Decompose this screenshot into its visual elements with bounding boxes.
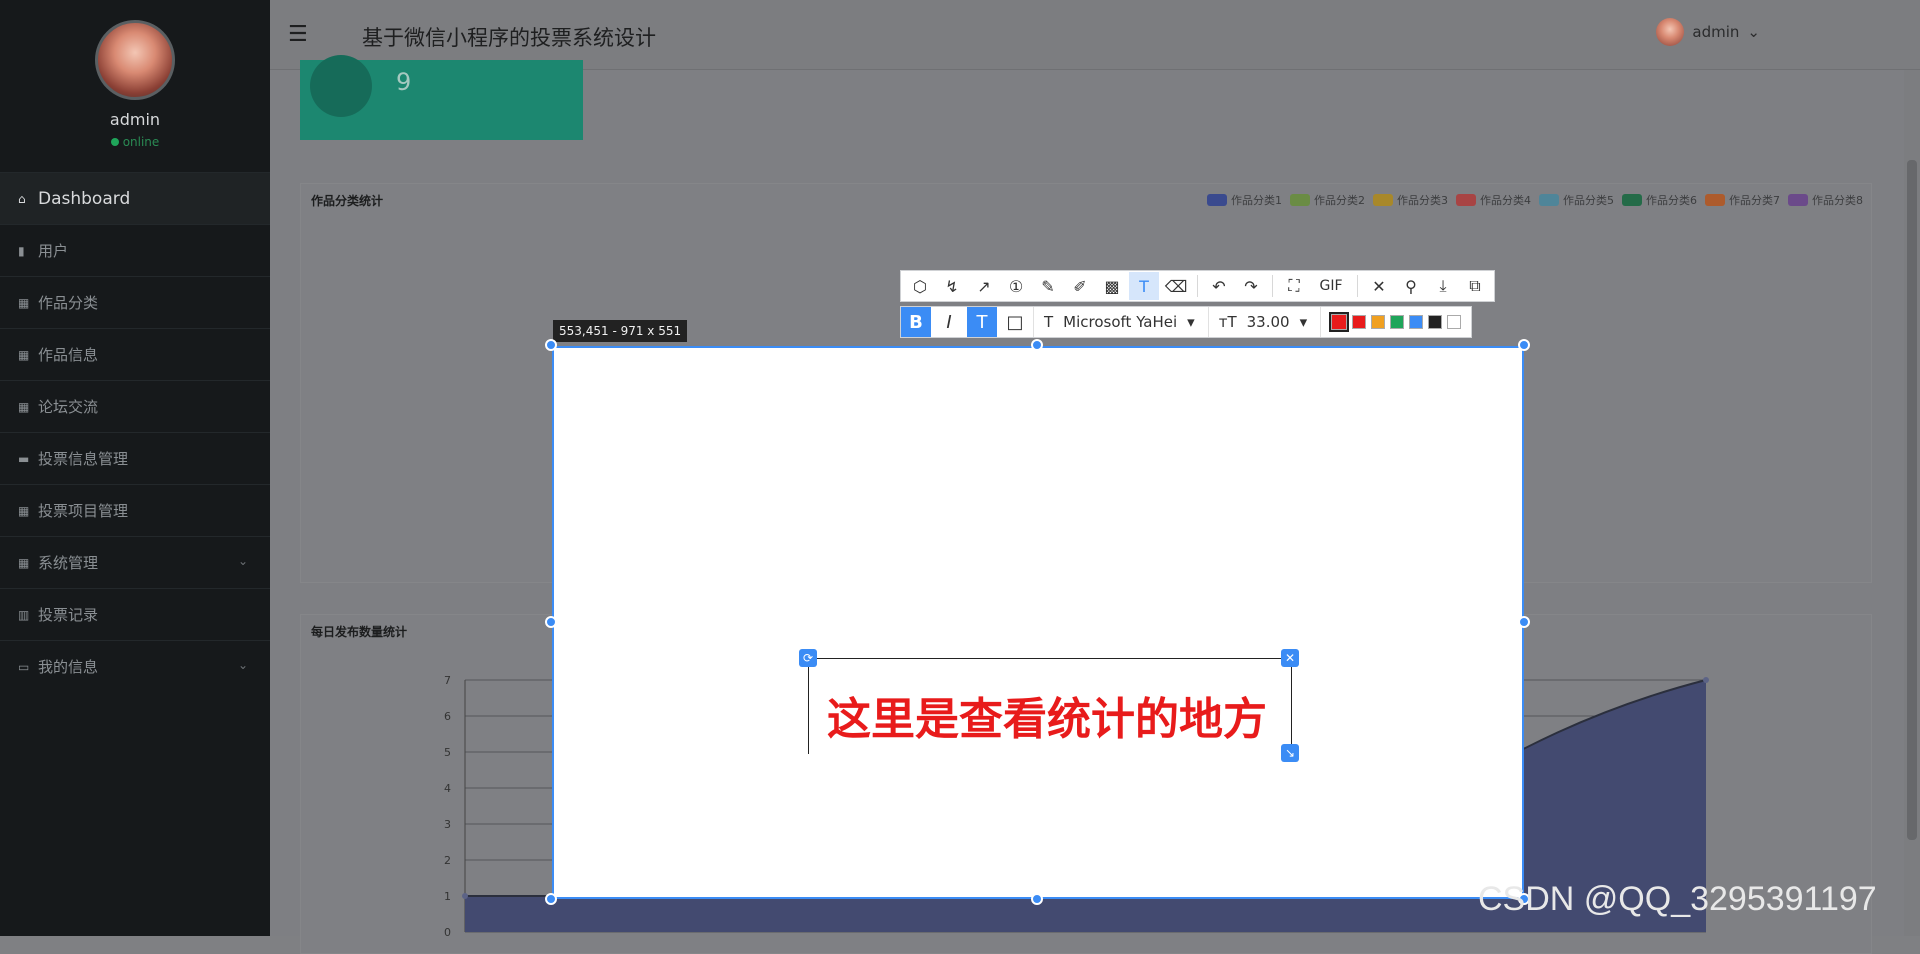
- watermark: CSDN @QQ_3295391197: [1478, 880, 1877, 918]
- data-point: [1703, 677, 1709, 683]
- selection-handle[interactable]: [545, 893, 557, 905]
- shape-tool-icon[interactable]: ⬡: [905, 272, 935, 300]
- scrollbar-thumb[interactable]: [1907, 160, 1917, 840]
- font-icon: T: [1044, 313, 1054, 331]
- selection-handle[interactable]: [1518, 339, 1530, 351]
- delete-annotation-icon[interactable]: ✕: [1281, 649, 1299, 667]
- selection-region[interactable]: [552, 346, 1524, 899]
- color-palette: [1320, 307, 1471, 337]
- selection-handle[interactable]: [1518, 616, 1530, 628]
- y-tick-label: 4: [444, 782, 451, 795]
- download-icon[interactable]: ⤓: [1428, 272, 1458, 300]
- color-swatch[interactable]: [1390, 315, 1405, 329]
- mosaic-tool-icon[interactable]: ▩: [1097, 272, 1127, 300]
- color-swatch[interactable]: [1409, 315, 1424, 329]
- color-swatch[interactable]: [1352, 315, 1367, 329]
- highlighter-tool-icon[interactable]: ✐: [1065, 272, 1095, 300]
- selection-size-label: 553,451 - 971 x 551: [553, 320, 688, 342]
- selection-handle[interactable]: [545, 616, 557, 628]
- font-family-select[interactable]: T Microsoft YaHei ▾: [1033, 307, 1205, 337]
- font-family-value: Microsoft YaHei: [1063, 313, 1178, 331]
- pin-icon[interactable]: ⚲: [1396, 272, 1426, 300]
- annotation-text: 这里是查看统计的地方: [827, 694, 1267, 745]
- polyline-tool-icon[interactable]: ↯: [937, 272, 967, 300]
- divider: [1272, 275, 1273, 297]
- pencil-tool-icon[interactable]: ✎: [1033, 272, 1063, 300]
- text-tool-icon[interactable]: T: [1129, 272, 1159, 300]
- y-tick-label: 5: [444, 746, 451, 759]
- selection-handle[interactable]: [1031, 339, 1043, 351]
- gif-button[interactable]: GIF: [1311, 272, 1351, 300]
- y-tick-label: 2: [444, 854, 451, 867]
- copy-icon[interactable]: ⧉: [1460, 272, 1490, 300]
- italic-button[interactable]: I: [934, 307, 964, 337]
- undo-icon[interactable]: ↶: [1204, 272, 1234, 300]
- color-swatch[interactable]: [1428, 315, 1443, 329]
- close-icon[interactable]: ✕: [1364, 272, 1394, 300]
- chevron-down-icon: ▾: [1299, 313, 1308, 331]
- font-size-select[interactable]: ᴛT 33.00 ▾: [1207, 307, 1317, 337]
- resize-handle-icon[interactable]: ↘: [1281, 744, 1299, 762]
- y-tick-label: 7: [444, 674, 451, 687]
- background-box-button[interactable]: □: [1000, 307, 1030, 337]
- selection-handle[interactable]: [1031, 893, 1043, 905]
- eraser-tool-icon[interactable]: ⌫: [1161, 272, 1191, 300]
- font-size-icon: ᴛT: [1218, 313, 1237, 331]
- color-swatch[interactable]: [1329, 312, 1350, 332]
- text-annotation[interactable]: 这里是查看统计的地方: [808, 658, 1292, 754]
- bold-button[interactable]: B: [901, 307, 931, 337]
- y-tick-label: 0: [444, 926, 451, 936]
- data-point: [462, 893, 468, 899]
- selection-handle[interactable]: [545, 339, 557, 351]
- divider: [1357, 275, 1358, 297]
- y-tick-label: 3: [444, 818, 451, 831]
- color-swatch[interactable]: [1447, 315, 1462, 329]
- number-tool-icon[interactable]: ①: [1001, 272, 1031, 300]
- outline-text-button[interactable]: T: [967, 307, 997, 337]
- arrow-tool-icon[interactable]: ↗: [969, 272, 999, 300]
- divider: [1197, 275, 1198, 297]
- y-tick-label: 6: [444, 710, 451, 723]
- color-swatch[interactable]: [1371, 315, 1386, 329]
- redo-icon[interactable]: ↷: [1236, 272, 1266, 300]
- chevron-down-icon: ▾: [1187, 313, 1195, 331]
- y-tick-label: 1: [444, 890, 451, 903]
- page-scrollbar[interactable]: [1904, 70, 1920, 936]
- font-size-value: 33.00: [1246, 313, 1290, 331]
- rotate-handle-icon[interactable]: ⟳: [799, 649, 817, 667]
- annotation-toolbar: ⬡ ↯ ↗ ① ✎ ✐ ▩ T ⌫ ↶ ↷ ⛶ GIF ✕ ⚲ ⤓ ⧉: [900, 270, 1495, 302]
- scroll-capture-icon[interactable]: ⛶: [1279, 272, 1309, 300]
- text-style-toolbar: B I T □ T Microsoft YaHei ▾ ᴛT 33.00 ▾: [900, 306, 1473, 338]
